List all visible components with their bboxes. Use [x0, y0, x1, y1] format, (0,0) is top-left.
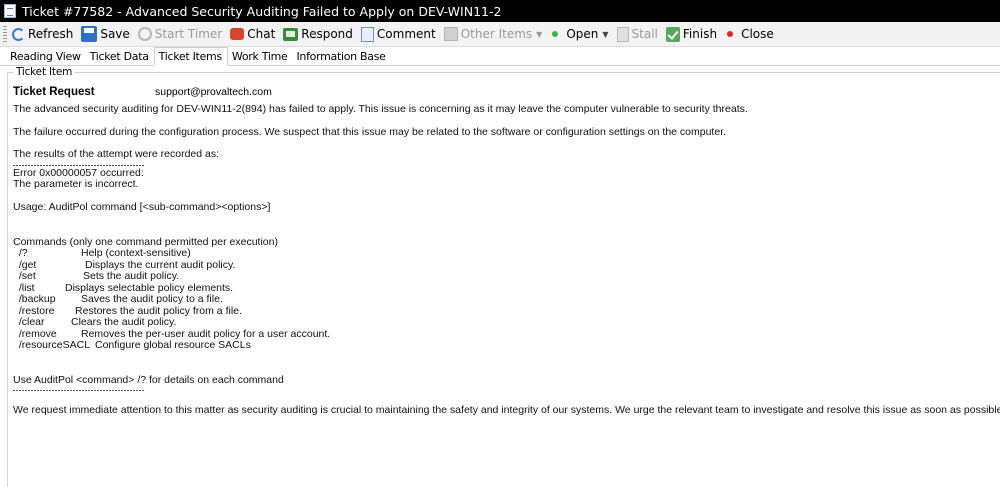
toolbar-grip-handle[interactable] [3, 26, 7, 42]
other-items-dropdown[interactable]: Other Items ▼ [443, 27, 543, 41]
body-paragraph: We request immediate attention to this m… [13, 404, 1000, 416]
ticket-request-heading: Ticket Request [13, 86, 95, 98]
command-name: /? [13, 247, 28, 259]
finish-button[interactable]: Finish [665, 26, 718, 42]
finish-label: Finish [682, 27, 718, 41]
stall-icon [616, 26, 629, 42]
save-icon [81, 26, 98, 42]
command-row: /backup Saves the audit policy to a file. [13, 293, 993, 306]
body-paragraph: The advanced security auditing for DEV-W… [13, 103, 748, 115]
other-items-label: Other Items [460, 27, 533, 41]
open-dropdown[interactable]: Open ▼ [550, 27, 609, 41]
separator-line [13, 390, 144, 391]
command-description: Help (context-sensitive) [81, 247, 191, 259]
respond-icon [283, 27, 299, 41]
usage-line: Usage: AuditPol command [<sub-command><o… [13, 201, 271, 213]
tab-information-base[interactable]: Information Base [292, 47, 390, 65]
respond-label: Respond [301, 27, 353, 41]
command-row: /? Help (context-sensitive) [13, 247, 993, 260]
refresh-button[interactable]: Refresh [12, 27, 73, 41]
error-line: Error 0x00000057 occurred: [13, 166, 144, 179]
green-status-dot-icon [552, 31, 559, 37]
stall-label: Stall [631, 27, 658, 41]
respond-button[interactable]: Respond [283, 27, 353, 41]
comment-label: Comment [376, 27, 436, 41]
body-paragraph: The results of the attempt were recorded… [13, 148, 220, 160]
separator-line [13, 164, 144, 166]
save-label: Save [100, 27, 130, 41]
body-paragraph: The failure occurred during the configur… [13, 125, 727, 138]
chat-label: Chat [247, 27, 276, 41]
save-button[interactable]: Save [81, 26, 130, 42]
chat-icon [230, 28, 245, 40]
command-row: /resourceSACL Configure global resource S… [13, 339, 993, 352]
error-line: The parameter is incorrect. [13, 178, 139, 190]
command-name: /resourceSACL [13, 339, 91, 351]
ticket-item-group-label: Ticket Item [13, 66, 76, 78]
chat-button[interactable]: Chat [230, 27, 275, 41]
command-name: /backup [13, 293, 56, 305]
chevron-down-icon: ▼ [536, 29, 543, 39]
start-timer-button[interactable]: Start Timer [137, 27, 223, 41]
red-status-dot-icon [727, 31, 734, 37]
command-description: Clears the audit policy. [71, 316, 177, 328]
commands-list: /? Help (context-sensitive) /get Displays … [13, 247, 993, 352]
refresh-label: Refresh [28, 27, 74, 41]
stall-button[interactable]: Stall [616, 26, 658, 42]
comment-button[interactable]: Comment [360, 26, 436, 42]
tab-reading-view[interactable]: Reading View [6, 47, 86, 65]
command-description: Configure global resource SACLs [95, 339, 251, 351]
command-description: Sets the audit policy. [83, 270, 180, 282]
close-label: Close [741, 27, 774, 41]
command-row: /clear Clears the audit policy. [13, 316, 993, 329]
command-description: Saves the audit policy to a file. [81, 293, 223, 305]
command-row: /set Sets the audit policy. [13, 270, 993, 283]
other-items-icon [443, 27, 458, 41]
comment-icon [360, 26, 374, 42]
refresh-icon [12, 27, 25, 41]
finish-icon [665, 26, 680, 42]
window-title: Ticket #77582 - Advanced Security Auditi… [22, 3, 502, 19]
command-name: /set [13, 270, 36, 282]
ticket-body: The advanced security auditing for DEV-W… [13, 103, 1000, 417]
window-titlebar: Ticket #77582 - Advanced Security Auditi… [0, 0, 1000, 22]
usage-hint: Use AuditPol <command> /? for details on… [13, 373, 284, 386]
ticket-tabs: Reading View Ticket Data Ticket Items Wo… [0, 47, 1000, 66]
timer-icon [137, 27, 152, 41]
requester-email: support@provaltech.com [155, 86, 272, 98]
start-timer-label: Start Timer [154, 27, 223, 41]
close-button[interactable]: Close [725, 27, 774, 41]
ticket-app-icon [4, 4, 16, 18]
tab-ticket-items[interactable]: Ticket Items [153, 47, 228, 66]
tab-ticket-data[interactable]: Ticket Data [86, 47, 154, 65]
ticket-toolbar: Refresh Save Start Timer Chat Respond Co… [0, 22, 1000, 47]
tab-work-time[interactable]: Work Time [228, 47, 293, 65]
open-label: Open [566, 27, 599, 41]
command-name: /clear [13, 316, 45, 328]
chevron-down-icon: ▼ [602, 29, 609, 39]
